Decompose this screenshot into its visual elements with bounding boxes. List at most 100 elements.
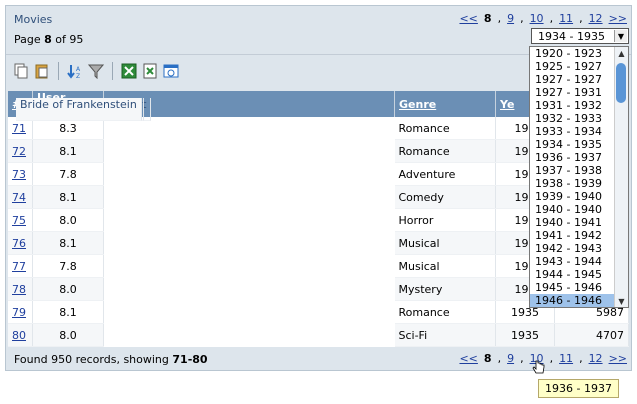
dropdown-option[interactable]: 1938 - 1939: [530, 177, 616, 190]
dropdown-option[interactable]: 1940 - 1940: [530, 203, 616, 216]
pager-current-page: 8: [483, 12, 492, 25]
dropdown-option[interactable]: 1937 - 1938: [530, 164, 616, 177]
row-user-rating: 8.0: [32, 323, 104, 347]
year-range-value: 1934 - 1935: [538, 29, 605, 43]
dropdown-option[interactable]: 1941 - 1942: [530, 229, 616, 242]
dropdown-option[interactable]: 1920 - 1923: [530, 47, 616, 60]
year-range-dropdown-list[interactable]: 1920 - 1923 1925 - 1927 1927 - 1927 1927 - …: [529, 46, 629, 308]
column-header-genre[interactable]: Genre: [394, 91, 496, 117]
dropdown-scrollbar[interactable]: ▲ ▼: [614, 47, 628, 307]
dropdown-option[interactable]: 1943 - 1944: [530, 255, 616, 268]
row-genre: Romance: [394, 139, 496, 163]
row-votes: 4707: [554, 323, 629, 347]
row-genre: Adventure: [394, 162, 496, 186]
row-genre: Sci-Fi: [394, 323, 496, 347]
row-user-rating: 8.1: [32, 139, 104, 163]
filter-icon[interactable]: [87, 62, 105, 80]
records-summary: Found 950 records, showing 71-80: [14, 353, 208, 366]
row-genre: Musical: [394, 231, 496, 255]
tooltip: 1936 - 1937: [538, 379, 619, 398]
pager-next-link[interactable]: >>: [609, 12, 627, 25]
row-number-link[interactable]: 71: [12, 122, 26, 135]
dropdown-option[interactable]: 1933 - 1934: [530, 125, 616, 138]
dropdown-option[interactable]: 1927 - 1931: [530, 86, 616, 99]
row-number-link[interactable]: 79: [12, 306, 26, 319]
row-number-cell: 77: [8, 254, 33, 278]
toolbar-divider: [58, 62, 59, 80]
scroll-down-icon[interactable]: ▼: [615, 295, 628, 307]
row-number-cell: 73: [8, 162, 33, 186]
csv-export-icon[interactable]: [141, 62, 159, 80]
row-year: 1935: [495, 323, 555, 347]
row-number-cell: 80: [8, 323, 33, 347]
row-number-cell: 74: [8, 185, 33, 209]
pager-page-link[interactable]: 12: [589, 352, 603, 365]
dropdown-option[interactable]: 1927 - 1927: [530, 73, 616, 86]
pager-page-link[interactable]: 10: [530, 12, 544, 25]
row-genre: Comedy: [394, 185, 496, 209]
row-user-rating: 8.0: [32, 208, 104, 232]
dropdown-option[interactable]: 1940 - 1941: [530, 216, 616, 229]
dropdown-option[interactable]: 1939 - 1940: [530, 190, 616, 203]
row-user-rating: 8.1: [32, 185, 104, 209]
row-user-rating: 8.0: [32, 277, 104, 301]
pager-prev-link[interactable]: <<: [459, 352, 477, 365]
pager-page-link[interactable]: 9: [507, 12, 514, 25]
dropdown-option[interactable]: 1931 - 1932: [530, 99, 616, 112]
scroll-up-icon[interactable]: ▲: [615, 47, 628, 59]
row-genre: Mystery: [394, 277, 496, 301]
row-genre: Horror: [394, 208, 496, 232]
dropdown-option[interactable]: 1934 - 1935: [530, 138, 616, 151]
dropdown-option[interactable]: 1936 - 1937: [530, 151, 616, 164]
dropdown-option[interactable]: 1942 - 1943: [530, 242, 616, 255]
dropdown-option[interactable]: 1944 - 1945: [530, 268, 616, 281]
row-number-cell: 79: [8, 300, 33, 324]
year-range-options: 1920 - 1923 1925 - 1927 1927 - 1927 1927 - …: [530, 47, 616, 307]
row-title: Bride of Frankenstein: [16, 98, 142, 121]
pager-page-link[interactable]: 12: [589, 12, 603, 25]
pager-page-link[interactable]: 11: [559, 352, 573, 365]
row-user-rating: 8.1: [32, 300, 104, 324]
dropdown-option[interactable]: 1946 - 1946: [530, 294, 616, 307]
web-export-icon[interactable]: [162, 62, 180, 80]
row-number-link[interactable]: 74: [12, 191, 26, 204]
panel-title: Movies: [14, 13, 53, 26]
dropdown-option[interactable]: 1945 - 1946: [530, 281, 616, 294]
row-number-link[interactable]: 73: [12, 168, 26, 181]
row-number-link[interactable]: 80: [12, 329, 26, 342]
row-number-cell: 75: [8, 208, 33, 232]
year-range-select[interactable]: 1934 - 1935 ▼: [531, 28, 629, 44]
dropdown-option[interactable]: 1925 - 1927: [530, 60, 616, 73]
page-indicator: Page 8 of 95: [14, 33, 84, 46]
chevron-down-icon[interactable]: ▼: [614, 30, 627, 42]
row-genre: Romance: [394, 117, 496, 140]
sort-icon[interactable]: AZ: [66, 62, 84, 80]
row-genre: Romance: [394, 300, 496, 324]
hand-cursor-icon: [532, 360, 545, 374]
row-number-link[interactable]: 75: [12, 214, 26, 227]
svg-text:A: A: [76, 66, 81, 73]
row-number-link[interactable]: 78: [12, 283, 26, 296]
pager-page-link[interactable]: 11: [559, 12, 573, 25]
paste-icon[interactable]: [33, 62, 51, 80]
pager-page-link[interactable]: 9: [507, 352, 514, 365]
row-genre: Musical: [394, 254, 496, 278]
pager-prev-link[interactable]: <<: [459, 12, 477, 25]
row-number-cell: 72: [8, 139, 33, 163]
toolbar: AZ: [12, 62, 180, 80]
table-row[interactable]: 80 8.0 Bride of Frankenstein Sci-Fi 1935 4707: [8, 98, 629, 347]
excel-export-icon[interactable]: [120, 62, 138, 80]
row-number-link[interactable]: 72: [12, 145, 26, 158]
row-number-cell: 78: [8, 277, 33, 301]
row-number-link[interactable]: 76: [12, 237, 26, 250]
row-user-rating: 8.1: [32, 231, 104, 255]
row-number-link[interactable]: 77: [12, 260, 26, 273]
row-user-rating: 7.8: [32, 162, 104, 186]
pager-next-link[interactable]: >>: [609, 352, 627, 365]
copy-icon[interactable]: [12, 62, 30, 80]
dropdown-option[interactable]: 1932 - 1933: [530, 112, 616, 125]
row-number-cell: 76: [8, 231, 33, 255]
row-user-rating: 7.8: [32, 254, 104, 278]
svg-text:Z: Z: [76, 73, 80, 79]
scroll-thumb[interactable]: [616, 63, 626, 103]
